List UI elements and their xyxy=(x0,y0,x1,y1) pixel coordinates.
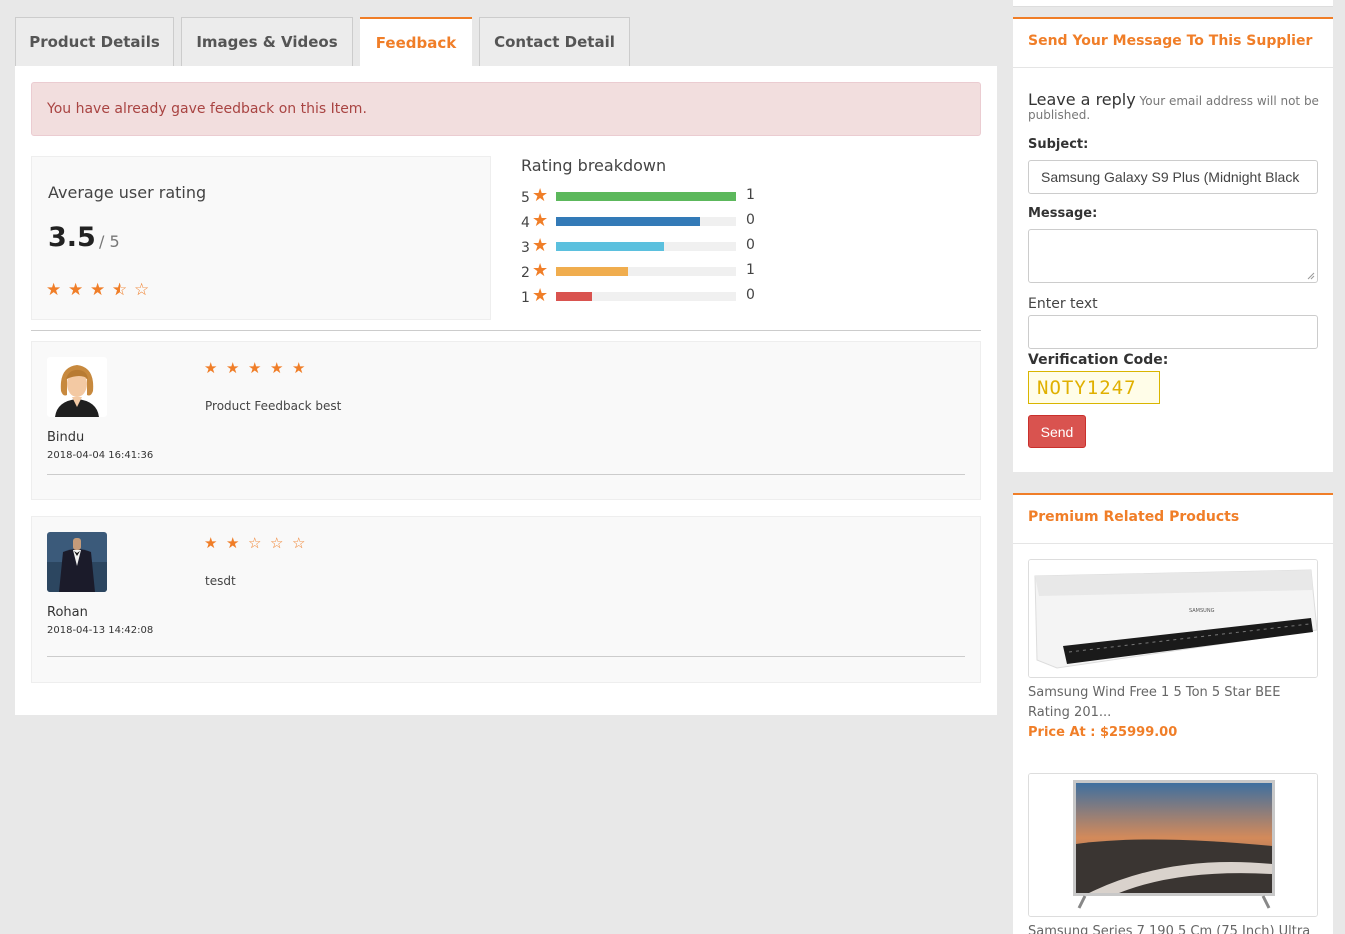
star-full-icon: ★ xyxy=(248,359,262,377)
message-label: Message: xyxy=(1028,206,1098,221)
star-half-icon: ★☆ xyxy=(112,280,134,300)
breakdown-star-number: 5 xyxy=(521,190,530,206)
send-button[interactable]: Send xyxy=(1028,415,1086,448)
feedback-panel: You have already gave feedback on this I… xyxy=(15,66,997,715)
star-full-icon: ★ xyxy=(226,534,240,552)
subject-input[interactable]: Samsung Galaxy S9 Plus (Midnight Black xyxy=(1028,160,1318,194)
average-rating-value: 3.5 xyxy=(48,222,96,253)
star-icon: ★ xyxy=(532,260,549,281)
reply-intro: Leave a reply Your email address will no… xyxy=(1028,90,1323,123)
star-full-icon: ★ xyxy=(68,280,90,300)
average-rating-stars: ★★★★☆☆ xyxy=(46,280,156,300)
contact-supplier-card: Send Your Message To This Supplier Leave… xyxy=(1013,17,1333,472)
star-full-icon: ★ xyxy=(292,359,306,377)
breakdown-bar xyxy=(556,292,736,301)
reply-title: Leave a reply xyxy=(1028,90,1136,109)
star-empty-icon: ☆ xyxy=(134,280,156,300)
message-textarea[interactable] xyxy=(1028,229,1318,283)
divider xyxy=(47,656,965,657)
breakdown-bar-fill xyxy=(556,267,628,276)
breakdown-star-number: 3 xyxy=(521,240,530,256)
svg-text:SAMSUNG: SAMSUNG xyxy=(1189,608,1215,614)
review-date: 2018-04-13 14:42:08 xyxy=(47,625,154,636)
star-icon: ★ xyxy=(532,210,549,231)
breakdown-bar-fill xyxy=(556,242,664,251)
star-full-icon: ★ xyxy=(204,359,218,377)
breakdown-row: 2 ★ 1 xyxy=(521,260,781,283)
contact-supplier-heading: Send Your Message To This Supplier xyxy=(1013,19,1333,68)
breakdown-star-number: 1 xyxy=(521,290,530,306)
star-full-icon: ★ xyxy=(226,359,240,377)
product-price: Price At : $25999.00 xyxy=(1028,725,1178,740)
female-avatar-icon xyxy=(47,357,107,417)
sidebar-top-edge xyxy=(1013,0,1333,7)
breakdown-row: 1 ★ 0 xyxy=(521,285,781,308)
tab-images-videos[interactable]: Images & Videos xyxy=(181,17,353,66)
review-text: tesdt xyxy=(205,574,236,588)
review-text: Product Feedback best xyxy=(205,399,342,413)
star-icon: ★ xyxy=(532,235,549,256)
breakdown-count: 1 xyxy=(746,187,755,203)
captcha-image: NOTY1247 xyxy=(1028,371,1160,404)
breakdown-row: 4 ★ 0 xyxy=(521,210,781,233)
breakdown-row: 5 ★ 1 xyxy=(521,185,781,208)
reviewer-name: Rohan xyxy=(47,605,88,620)
average-rating-out-of: / 5 xyxy=(99,232,120,251)
product-name[interactable]: Samsung Wind Free 1 5 Ton 5 Star BEE Rat… xyxy=(1028,683,1323,723)
star-full-icon: ★ xyxy=(46,280,68,300)
subject-label: Subject: xyxy=(1028,137,1089,152)
breakdown-bar xyxy=(556,267,736,276)
breakdown-bar xyxy=(556,242,736,251)
divider xyxy=(31,330,981,331)
review-item: Bindu 2018-04-04 16:41:36 ★ ★ ★ ★ ★ Product … xyxy=(31,341,981,500)
tab-feedback[interactable]: Feedback xyxy=(360,17,472,67)
breakdown-star-number: 4 xyxy=(521,215,530,231)
divider xyxy=(47,474,965,475)
product-image-tv[interactable] xyxy=(1028,773,1318,917)
product-name[interactable]: Samsung Series 7 190 5 Cm (75 Inch) Ultr… xyxy=(1028,922,1323,934)
star-empty-icon: ☆ xyxy=(292,534,306,552)
breakdown-count: 0 xyxy=(746,237,755,253)
related-products-heading: Premium Related Products xyxy=(1013,495,1333,544)
male-suit-avatar-icon xyxy=(47,532,107,592)
resize-handle-icon[interactable] xyxy=(1307,272,1315,280)
reviewer-name: Bindu xyxy=(47,430,85,445)
average-rating-title: Average user rating xyxy=(48,183,207,202)
tab-product-details[interactable]: Product Details xyxy=(15,17,174,66)
review-item: Rohan 2018-04-13 14:42:08 ★ ★ ☆ ☆ ☆ tesdt xyxy=(31,516,981,683)
breakdown-count: 0 xyxy=(746,212,755,228)
rating-breakdown-title: Rating breakdown xyxy=(521,156,667,175)
breakdown-count: 0 xyxy=(746,287,755,303)
breakdown-bar xyxy=(556,217,736,226)
star-full-icon: ★ xyxy=(204,534,218,552)
breakdown-star-number: 2 xyxy=(521,265,530,281)
star-full-icon: ★ xyxy=(90,280,112,300)
breakdown-bar-fill xyxy=(556,217,700,226)
star-full-icon: ★ xyxy=(270,359,284,377)
review-stars: ★ ★ ☆ ☆ ☆ xyxy=(204,534,314,552)
review-date: 2018-04-04 16:41:36 xyxy=(47,450,154,461)
breakdown-bar xyxy=(556,192,736,201)
verification-code-label: Verification Code: xyxy=(1028,352,1169,368)
review-stars: ★ ★ ★ ★ ★ xyxy=(204,359,314,377)
enter-text-label: Enter text xyxy=(1028,296,1098,312)
average-rating-box: Average user rating 3.5 / 5 ★★★★☆☆ xyxy=(31,156,491,320)
tab-contact-detail[interactable]: Contact Detail xyxy=(479,17,630,66)
breakdown-bar-fill xyxy=(556,192,736,201)
feedback-alert: You have already gave feedback on this I… xyxy=(31,82,981,136)
star-icon: ★ xyxy=(532,185,549,206)
breakdown-count: 1 xyxy=(746,262,755,278)
star-empty-icon: ☆ xyxy=(248,534,262,552)
star-empty-icon: ☆ xyxy=(270,534,284,552)
product-image-air-conditioner[interactable]: SAMSUNG xyxy=(1028,559,1318,678)
star-icon: ★ xyxy=(532,285,549,306)
rating-breakdown: Rating breakdown 5 ★ 1 4 ★ 0 3 ★ 0 2 ★ 1… xyxy=(521,154,781,314)
related-products-card: Premium Related Products SAMSUNG Samsung… xyxy=(1013,493,1333,934)
captcha-input[interactable] xyxy=(1028,315,1318,349)
breakdown-row: 3 ★ 0 xyxy=(521,235,781,258)
breakdown-bar-fill xyxy=(556,292,592,301)
